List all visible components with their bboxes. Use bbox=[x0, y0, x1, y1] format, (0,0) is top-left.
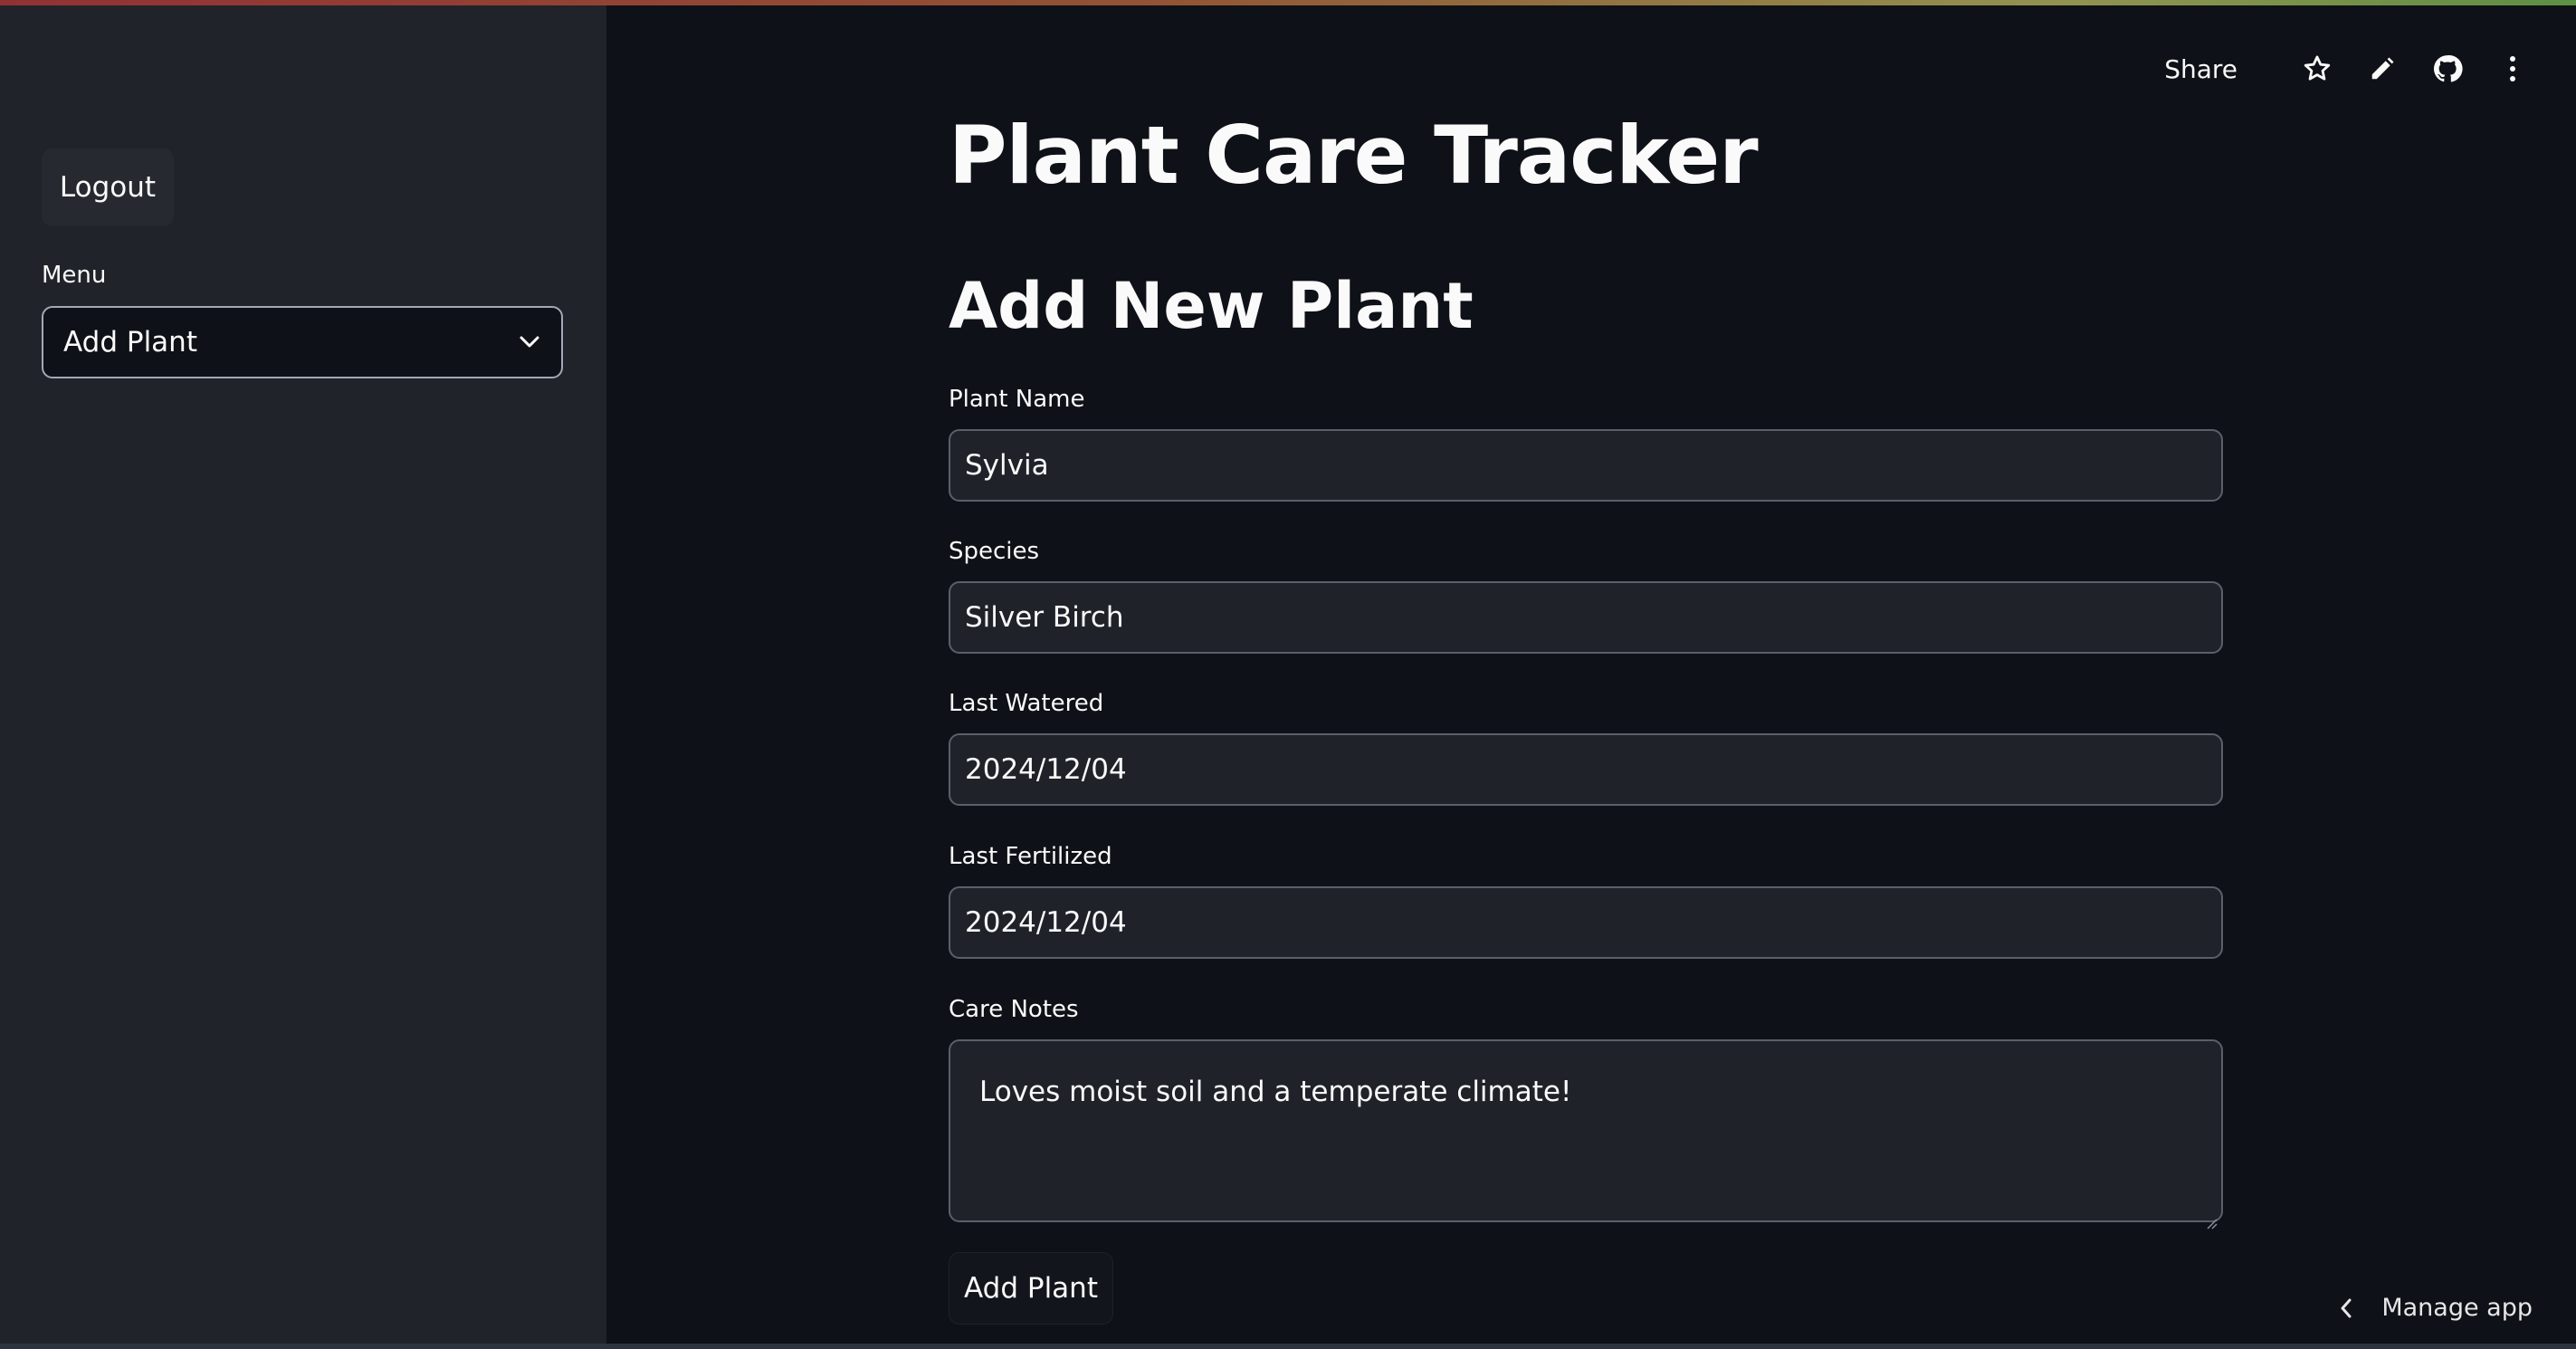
bottom-border bbox=[0, 1344, 2576, 1349]
star-icon[interactable] bbox=[2297, 49, 2337, 89]
resize-handle-icon[interactable] bbox=[2205, 1204, 2218, 1229]
add-plant-button[interactable]: Add Plant bbox=[949, 1252, 1113, 1325]
plant-name-label: Plant Name bbox=[949, 386, 1085, 413]
last-watered-date-input[interactable]: 2024/12/04 bbox=[949, 733, 2223, 806]
care-notes-text: Loves moist soil and a temperate climate… bbox=[979, 1076, 1572, 1108]
app-window: Logout Menu Add Plant Share Plant Care T… bbox=[0, 0, 2576, 1349]
chevron-down-icon bbox=[518, 330, 541, 354]
header-toolbar: Share bbox=[2164, 45, 2533, 92]
more-vertical-icon[interactable] bbox=[2493, 49, 2533, 89]
page-title: Plant Care Tracker bbox=[949, 109, 1759, 202]
github-icon[interactable] bbox=[2428, 49, 2467, 89]
chevron-left-icon bbox=[2333, 1295, 2360, 1322]
menu-label: Menu bbox=[42, 262, 107, 289]
section-title: Add New Plant bbox=[949, 269, 1474, 343]
logout-button[interactable]: Logout bbox=[42, 148, 174, 226]
pencil-icon[interactable] bbox=[2362, 49, 2402, 89]
care-notes-textarea[interactable]: Loves moist soil and a temperate climate… bbox=[949, 1039, 2223, 1229]
species-label: Species bbox=[949, 538, 1040, 565]
manage-app-button[interactable]: Manage app bbox=[2333, 1294, 2533, 1322]
last-fertilized-label: Last Fertilized bbox=[949, 843, 1112, 870]
plant-name-input[interactable]: Sylvia bbox=[949, 429, 2223, 502]
share-button[interactable]: Share bbox=[2164, 54, 2237, 84]
menu-select[interactable]: Add Plant bbox=[42, 306, 563, 378]
last-watered-label: Last Watered bbox=[949, 690, 1104, 717]
sidebar: Logout Menu Add Plant bbox=[0, 5, 606, 1344]
manage-app-label: Manage app bbox=[2381, 1294, 2533, 1322]
last-fertilized-date-input[interactable]: 2024/12/04 bbox=[949, 886, 2223, 959]
species-input[interactable]: Silver Birch bbox=[949, 581, 2223, 654]
menu-select-value: Add Plant bbox=[63, 326, 197, 359]
care-notes-label: Care Notes bbox=[949, 996, 1079, 1023]
